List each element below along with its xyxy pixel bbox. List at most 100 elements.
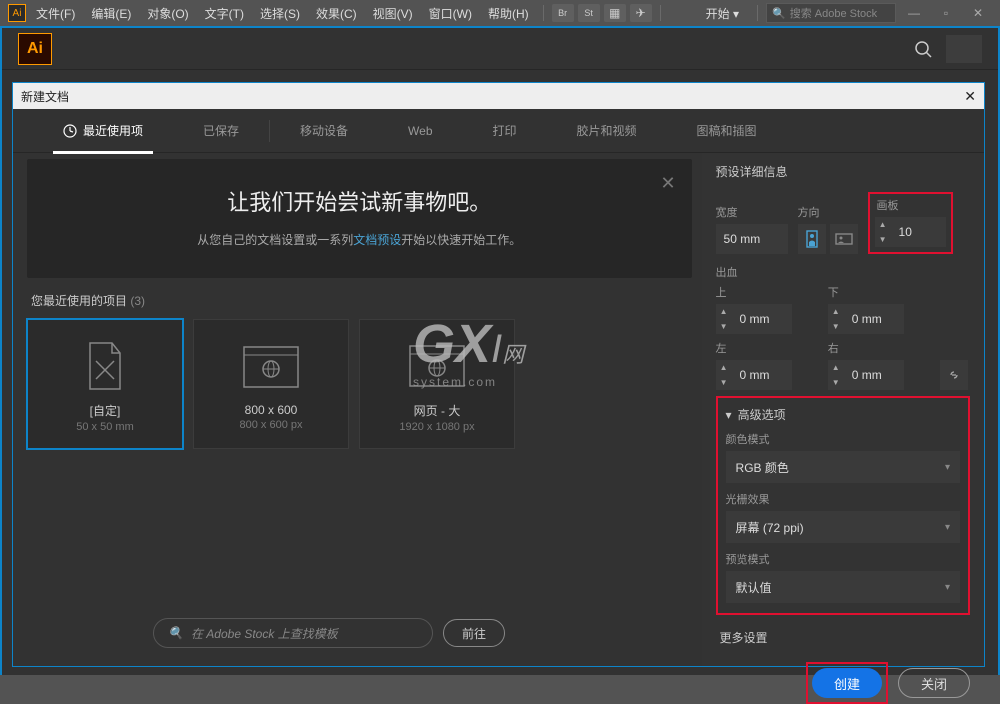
menu-effect[interactable]: 效果(C)	[310, 3, 363, 24]
tab-recent[interactable]: 最近使用项	[33, 109, 173, 153]
bleed-bottom-stepper[interactable]: ▲▼	[828, 304, 844, 334]
tab-label: 已保存	[203, 122, 239, 139]
close-icon[interactable]: ✕	[660, 173, 675, 194]
bleed-label: 出血	[716, 264, 970, 280]
hero-text: 从您自己的文档设置或一系列文档预设开始以快速开始工作。	[47, 231, 672, 248]
chevron-down-icon: ▾	[726, 408, 732, 422]
clock-icon	[63, 124, 77, 138]
sync-icon[interactable]: ✈	[630, 4, 652, 22]
stock-search[interactable]: 🔍 搜索 Adobe Stock	[766, 3, 896, 23]
web-icon	[408, 336, 466, 396]
app-logo-small: Ai	[8, 4, 26, 22]
close-icon[interactable]: ✕	[964, 4, 992, 22]
maximize-icon[interactable]: ▫	[932, 4, 960, 22]
details-header: 预设详细信息	[716, 163, 970, 180]
card-sub: 50 x 50 mm	[76, 421, 133, 433]
hero-banner: ✕ 让我们开始尝试新事物吧。 从您自己的文档设置或一系列文档预设开始以快速开始工…	[27, 159, 692, 278]
stock-icon[interactable]: St	[578, 4, 600, 22]
color-mode-select[interactable]: RGB 颜色▾	[726, 451, 960, 483]
tab-print[interactable]: 打印	[463, 109, 547, 153]
menu-view[interactable]: 视图(V)	[367, 3, 419, 24]
bleed-bottom-label: 下	[828, 284, 932, 300]
home-toolbar: Ai	[2, 28, 998, 70]
more-settings-link[interactable]: 更多设置	[720, 629, 970, 646]
new-document-dialog: 新建文档 ✕ 最近使用项 已保存 移动设备 Web 打印 胶片和视频 图稿和插图…	[12, 82, 985, 667]
color-mode-label: 颜色模式	[726, 431, 960, 447]
create-button[interactable]: 创建	[812, 668, 882, 698]
tab-label: 移动设备	[300, 122, 348, 139]
chevron-down-icon: ▾	[945, 582, 950, 593]
preset-gallery: ✕ 让我们开始尝试新事物吧。 从您自己的文档设置或一系列文档预设开始以快速开始工…	[13, 153, 702, 666]
artboard-label: 画板	[871, 195, 950, 213]
menu-file[interactable]: 文件(F)	[30, 3, 81, 24]
menu-select[interactable]: 选择(S)	[254, 3, 306, 24]
account-button[interactable]	[946, 35, 982, 63]
orientation-portrait[interactable]	[798, 224, 826, 254]
document-icon	[82, 336, 128, 396]
tab-label: 胶片和视频	[577, 122, 637, 139]
tab-label: 图稿和插图	[697, 122, 757, 139]
close-button[interactable]: 关闭	[898, 668, 970, 698]
bleed-left-input[interactable]: 0 mm	[732, 360, 792, 390]
tab-film[interactable]: 胶片和视频	[547, 109, 667, 153]
bleed-top-input[interactable]: 0 mm	[732, 304, 792, 334]
menu-help[interactable]: 帮助(H)	[482, 3, 535, 24]
go-button[interactable]: 前往	[443, 619, 505, 647]
tab-label: Web	[408, 124, 432, 138]
preview-select[interactable]: 默认值▾	[726, 571, 960, 603]
link-icon[interactable]	[940, 360, 968, 390]
create-button-highlight: 创建	[806, 662, 888, 704]
card-title: 800 x 600	[245, 403, 298, 417]
advanced-toggle[interactable]: ▾ 高级选项	[726, 406, 960, 423]
artboard-input[interactable]: 10	[891, 217, 946, 247]
search-placeholder: 在 Adobe Stock 上查找模板	[191, 625, 338, 642]
menu-window[interactable]: 窗口(W)	[423, 3, 478, 24]
orientation-landscape[interactable]	[830, 224, 858, 254]
card-title: 网页 - 大	[414, 402, 461, 419]
tab-art[interactable]: 图稿和插图	[667, 109, 787, 153]
menubar: Ai 文件(F) 编辑(E) 对象(O) 文字(T) 选择(S) 效果(C) 视…	[0, 0, 1000, 26]
chevron-down-icon: ▾	[945, 522, 950, 533]
search-icon: 🔍	[168, 626, 183, 640]
template-search: 🔍 在 Adobe Stock 上查找模板 前往	[153, 618, 505, 648]
arrange-icon[interactable]: ▦	[604, 4, 626, 22]
advanced-label: 高级选项	[738, 406, 786, 423]
width-input[interactable]: 50 mm	[716, 224, 788, 254]
preset-card-800x600[interactable]: 800 x 600 800 x 600 px	[193, 319, 349, 449]
workspace-switcher[interactable]: 开始 ▾	[696, 3, 749, 24]
minimize-icon[interactable]: —	[900, 4, 928, 22]
preset-tabs: 最近使用项 已保存 移动设备 Web 打印 胶片和视频 图稿和插图	[13, 109, 984, 153]
dialog-title: 新建文档	[21, 88, 69, 105]
hero-link[interactable]: 文档预设	[353, 233, 401, 247]
preset-cards: [自定] 50 x 50 mm 800 x 600 800 x 600 px 网…	[27, 319, 692, 449]
bleed-bottom-input[interactable]: 0 mm	[844, 304, 904, 334]
tab-mobile[interactable]: 移动设备	[270, 109, 378, 153]
raster-select[interactable]: 屏幕 (72 ppi)▾	[726, 511, 960, 543]
bleed-top-stepper[interactable]: ▲▼	[716, 304, 732, 334]
menu-object[interactable]: 对象(O)	[141, 3, 194, 24]
bleed-left-label: 左	[716, 340, 820, 356]
stock-search-placeholder: 搜索 Adobe Stock	[790, 5, 877, 21]
tab-saved[interactable]: 已保存	[173, 109, 269, 153]
raster-label: 光栅效果	[726, 491, 960, 507]
tab-label: 最近使用项	[83, 122, 143, 139]
card-sub: 800 x 600 px	[240, 419, 303, 431]
template-search-input[interactable]: 🔍 在 Adobe Stock 上查找模板	[153, 618, 433, 648]
recent-label: 您最近使用的项目 (3)	[31, 292, 692, 309]
tab-web[interactable]: Web	[378, 109, 462, 153]
close-icon[interactable]: ✕	[964, 88, 976, 105]
preset-card-custom[interactable]: [自定] 50 x 50 mm	[27, 319, 183, 449]
preset-card-web-large[interactable]: 网页 - 大 1920 x 1080 px	[359, 319, 515, 449]
menu-text[interactable]: 文字(T)	[199, 3, 250, 24]
bleed-right-stepper[interactable]: ▲▼	[828, 360, 844, 390]
menu-edit[interactable]: 编辑(E)	[85, 3, 137, 24]
artboard-stepper[interactable]: ▲▼	[875, 217, 891, 247]
bridge-icon[interactable]: Br	[552, 4, 574, 22]
search-icon[interactable]	[910, 36, 936, 62]
search-icon: 🔍	[772, 7, 786, 20]
bleed-right-input[interactable]: 0 mm	[844, 360, 904, 390]
web-icon	[242, 337, 300, 397]
preset-details: 预设详细信息 宽度 50 mm 方向	[702, 153, 984, 666]
bleed-left-stepper[interactable]: ▲▼	[716, 360, 732, 390]
chevron-down-icon: ▾	[945, 462, 950, 473]
